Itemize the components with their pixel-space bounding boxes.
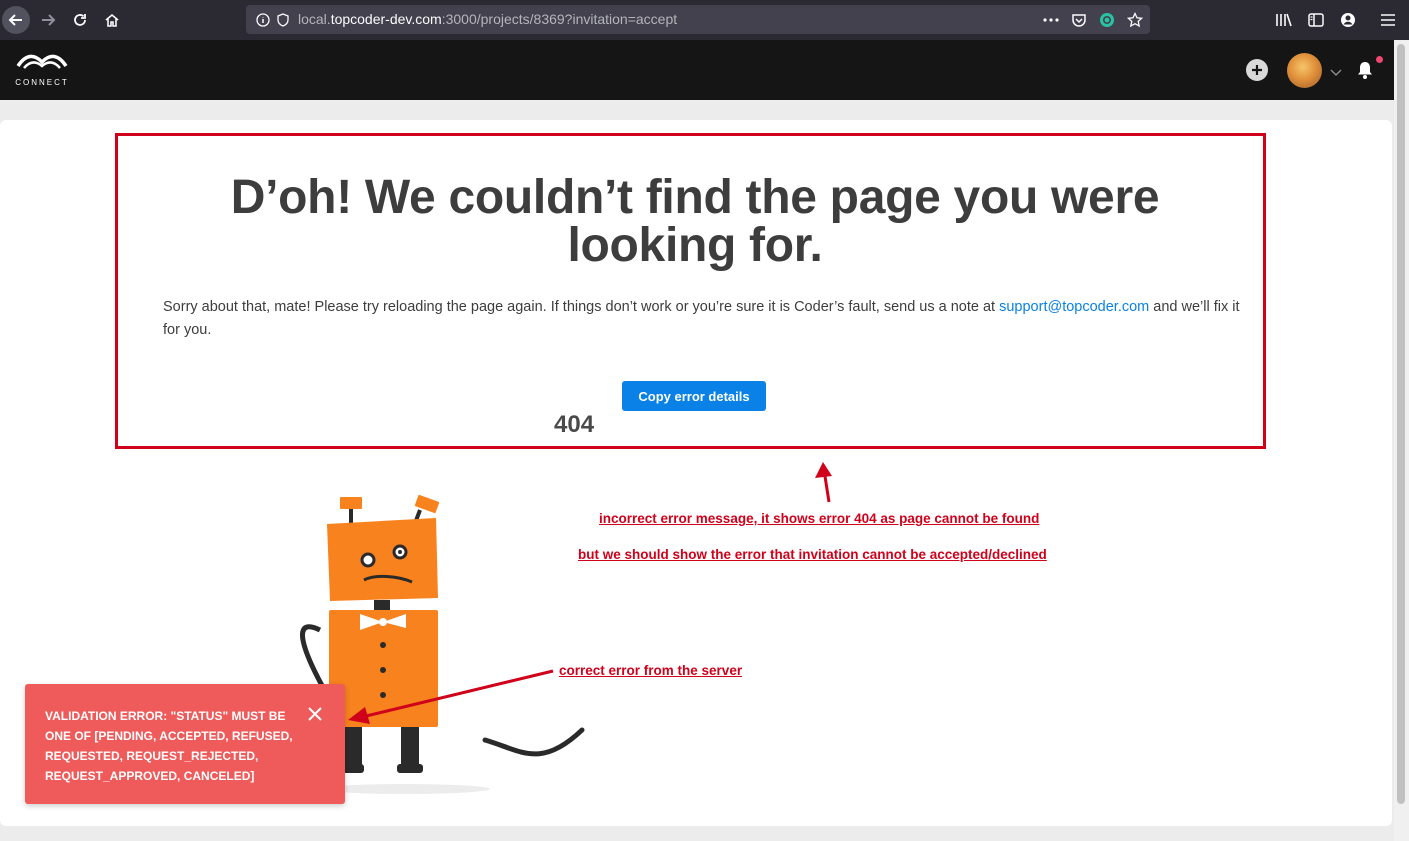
account-icon[interactable] [1338,10,1358,30]
connect-logo[interactable]: CONNECT [14,52,70,88]
toast-message: VALIDATION ERROR: "STATUS" MUST BE ONE O… [45,709,293,783]
url-bar[interactable]: local.topcoder-dev.com:3000/projects/836… [246,5,1150,34]
chevron-down-icon[interactable] [1330,64,1342,82]
bell-icon[interactable] [1355,60,1375,80]
sidebar-icon[interactable] [1306,10,1326,30]
error-message: Sorry about that, mate! Please try reloa… [163,299,1240,338]
notification-badge [1376,56,1383,63]
annotation-text: correct error from the server [559,663,743,678]
copy-error-details-button[interactable]: Copy error details [622,381,766,411]
info-icon[interactable] [254,11,272,29]
annotation-text: incorrect error message, it shows error … [599,511,1040,526]
home-icon[interactable] [98,6,126,34]
error-code: 404 [554,411,595,438]
avatar[interactable] [1287,53,1322,88]
support-email-link[interactable]: support@topcoder.com [999,299,1149,315]
bookmark-star-icon[interactable] [1126,11,1144,29]
extension-icon[interactable] [1098,11,1116,29]
plus-icon [1252,65,1262,75]
pocket-icon[interactable] [1070,11,1088,29]
logo-text: CONNECT [15,78,69,87]
shield-icon[interactable] [274,11,292,29]
add-project-button[interactable] [1246,59,1268,81]
library-icon[interactable] [1274,10,1294,30]
more-icon[interactable] [1042,11,1060,29]
error-toast: VALIDATION ERROR: "STATUS" MUST BE ONE O… [25,684,345,804]
annotation-text: but we should show the error that invita… [578,547,1047,562]
back-icon[interactable] [2,6,30,34]
app-header: CONNECT [0,40,1394,100]
menu-icon[interactable] [1378,10,1398,30]
logo-icon [16,54,68,69]
url-text[interactable]: local.topcoder-dev.com:3000/projects/836… [298,11,677,27]
browser-toolbar: local.topcoder-dev.com:3000/projects/836… [0,0,1409,40]
reload-icon[interactable] [66,6,94,34]
forward-icon[interactable] [34,6,62,34]
page-title: D’oh! We couldn’t find the page you were… [230,171,1160,272]
scrollbar-thumb[interactable] [1397,44,1405,804]
close-icon[interactable] [305,704,325,724]
